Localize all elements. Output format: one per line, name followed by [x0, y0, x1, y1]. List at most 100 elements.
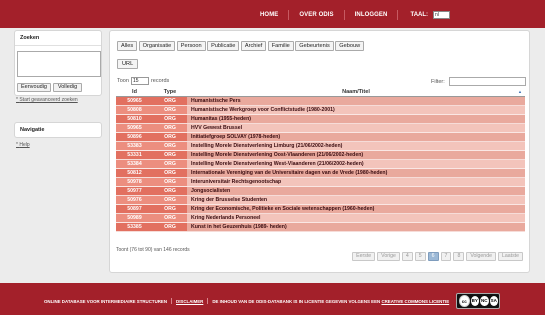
cell-name: Kring Nederlands Personeel	[191, 215, 261, 221]
cell-id: 53385	[116, 223, 153, 231]
filter-input[interactable]	[448, 77, 526, 86]
column-header-type[interactable]: Type	[153, 87, 187, 96]
column-header-id[interactable]: Id	[116, 87, 153, 96]
help-link[interactable]: * Help	[16, 142, 30, 148]
cell-name: Humanistische Werkgroep voor Conflictstu…	[191, 107, 335, 113]
nav-divider	[343, 10, 345, 20]
table-row[interactable]: 50989 ORG Kring Nederlands Personeel	[116, 214, 525, 223]
page-8-button[interactable]: 8	[453, 252, 465, 261]
table-row[interactable]: 50978 ORG Interuniversitair Rechtsgenootsc…	[116, 178, 525, 187]
filter-archive-button[interactable]: Archief	[240, 41, 267, 51]
nav-login-link[interactable]: INLOGGEN	[355, 12, 388, 18]
next-page-button[interactable]: Volgende	[466, 252, 496, 261]
filter-publication-button[interactable]: Publicatie	[207, 41, 240, 51]
filter-person-button[interactable]: Persoon	[176, 41, 206, 51]
cell-id: 50808	[116, 106, 153, 114]
table-row[interactable]: 50977 ORG Jongsocialisten	[116, 187, 525, 196]
filter-building-button[interactable]: Gebouw	[335, 41, 365, 51]
url-button[interactable]: URL	[117, 59, 139, 69]
table-row[interactable]: 50896 ORG Initiatiefgroep SOLVAY (1978-hed…	[116, 133, 525, 142]
cell-type: ORG	[153, 169, 187, 177]
table-row[interactable]: 50812 ORG Internationale Vereniging van de…	[116, 169, 525, 178]
table-row[interactable]: 50965 ORG Humanistische Pers	[116, 97, 525, 106]
top-bar: HOME OVER ODIS INLOGGEN TAAL: nl	[0, 0, 545, 28]
filter-event-button[interactable]: Gebeurtenis	[295, 41, 334, 51]
filter-all-button[interactable]: Alles	[117, 41, 138, 51]
table-row[interactable]: 50810 ORG Humanitas (1955-heden)	[116, 115, 525, 124]
filter-family-button[interactable]: Familie	[267, 41, 294, 51]
navigation-panel: Navigatie	[14, 122, 102, 138]
table-filter: Filter:	[431, 77, 526, 86]
cell-name: HVV Gewest Brussel	[191, 125, 243, 131]
simple-search-button[interactable]: Eenvoudig	[17, 83, 51, 92]
filter-organisation-button[interactable]: Organisatie	[138, 41, 176, 51]
nav-divider	[288, 10, 290, 20]
footer: ONLINE DATABASE VOOR INTERMEDIAIRE STRUC…	[0, 283, 545, 315]
cell-type: ORG	[153, 151, 187, 159]
creative-commons-badge[interactable]: cc BY NC SA	[456, 293, 500, 309]
search-textarea[interactable]	[17, 51, 101, 77]
table-row[interactable]: 50897 ORG Kring der Economische, Politieke…	[116, 205, 525, 214]
table-row[interactable]: 53384 ORG Instelling Morele Dienstverlenin…	[116, 160, 525, 169]
footer-text: ONLINE DATABASE VOOR INTERMEDIAIRE STRUC…	[44, 298, 449, 304]
cell-type: ORG	[153, 214, 187, 222]
cell-id: 50965	[116, 124, 153, 132]
table-info: Toont (76 tot 90) van 146 records	[116, 247, 190, 253]
table-row[interactable]: 50808 ORG Humanistische Werkgroep voor Con…	[116, 106, 525, 115]
previous-page-button[interactable]: Vorige	[377, 252, 400, 261]
full-search-button[interactable]: Volledig	[53, 83, 82, 92]
cell-id: 50896	[116, 133, 153, 141]
cell-type: ORG	[153, 133, 187, 141]
cell-type: ORG	[153, 223, 187, 231]
page-7-button[interactable]: 7	[440, 252, 452, 261]
nav-about-link[interactable]: OVER ODIS	[299, 12, 333, 18]
cell-type: ORG	[153, 97, 187, 105]
cell-name: Kring der Brusselse Studenten	[191, 197, 268, 203]
table-row[interactable]: 53383 ORG Instelling Morele Dienstverlenin…	[116, 142, 525, 151]
cell-name: Instelling Morele Dienstverlening West-V…	[191, 161, 364, 167]
language-select[interactable]: nl	[433, 11, 451, 19]
cell-id: 50989	[116, 214, 153, 222]
search-panel-title: Zoeken	[15, 31, 101, 46]
page-length-select[interactable]: 15	[130, 77, 149, 85]
table-body: 50965 ORG Humanistische Pers 50808 ORG Humani…	[116, 97, 525, 232]
cell-id: 53331	[116, 151, 153, 159]
cell-name: Humanistische Pers	[191, 98, 241, 104]
disclaimer-link[interactable]: DISCLAIMER	[176, 299, 203, 304]
column-header-name[interactable]: Naam/Titel	[187, 87, 525, 96]
last-page-button[interactable]: Laatste	[497, 252, 523, 261]
cell-name: Humanitas (1955-heden)	[191, 116, 251, 122]
top-nav: HOME OVER ODIS INLOGGEN TAAL: nl	[260, 10, 451, 20]
footer-divider	[207, 298, 209, 304]
table-row[interactable]: 50976 ORG Kring der Brusselse Studenten	[116, 196, 525, 205]
page-4-button[interactable]: 4	[401, 252, 413, 261]
cell-name: Instelling Morele Dienstverlening Oost-V…	[191, 152, 364, 158]
page-5-button[interactable]: 5	[414, 252, 426, 261]
table-row[interactable]: 53331 ORG Instelling Morele Dienstverlenin…	[116, 151, 525, 160]
cell-type: ORG	[153, 205, 187, 213]
cell-id: 50897	[116, 205, 153, 213]
cell-name: Internationale Vereniging van de Univers…	[191, 170, 388, 176]
cell-id: 50976	[116, 196, 153, 204]
cc-icon: cc	[459, 295, 470, 307]
cell-id: 50978	[116, 178, 153, 186]
cell-name: Jongsocialisten	[191, 188, 231, 194]
cell-type: ORG	[153, 115, 187, 123]
first-page-button[interactable]: Eerste	[352, 252, 376, 261]
cc-nc-icon: NC	[480, 296, 489, 306]
page-6-button[interactable]: 6	[427, 252, 439, 261]
nav-home-link[interactable]: HOME	[260, 12, 278, 18]
table-row[interactable]: 50965 ORG HVV Gewest Brussel	[116, 124, 525, 133]
advanced-search-link[interactable]: * Start geavanceerd zoeken	[16, 97, 78, 103]
cell-name: Kunst in het Geuzenhuis (1989- heden)	[191, 224, 287, 230]
cell-type: ORG	[153, 187, 187, 195]
cc-by-icon: BY	[470, 296, 479, 306]
cell-type: ORG	[153, 196, 187, 204]
page-length-control: Toon 15 records	[117, 77, 169, 85]
table-header: Id Type Naam/Titel ▲	[116, 87, 525, 97]
creative-commons-link[interactable]: CREATIVE COMMONS LICENTIE	[381, 299, 449, 304]
cell-type: ORG	[153, 178, 187, 186]
table-row[interactable]: 53385 ORG Kunst in het Geuzenhuis (1989- h…	[116, 223, 525, 232]
cell-name: Initiatiefgroep SOLVAY (1978-heden)	[191, 134, 281, 140]
navigation-panel-title: Navigatie	[20, 127, 45, 133]
